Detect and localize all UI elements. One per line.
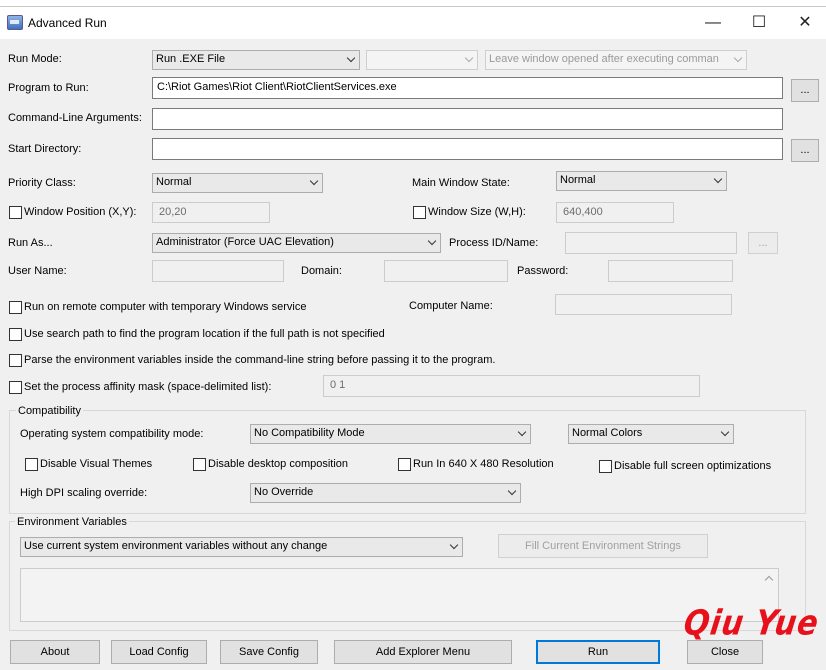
run-640-checkbox[interactable]	[398, 458, 411, 471]
window-position-checkbox[interactable]	[9, 206, 22, 219]
run-as-label: Run As...	[8, 237, 53, 249]
disable-composition-label: Disable desktop composition	[208, 458, 349, 470]
save-config-button[interactable]: Save Config	[220, 640, 318, 664]
computer-name-label: Computer Name:	[409, 300, 493, 312]
environment-text	[20, 568, 779, 622]
arguments-input[interactable]	[152, 108, 783, 130]
window-size-label: Window Size (W,H):	[428, 206, 526, 218]
run-mode-label: Run Mode:	[8, 53, 62, 65]
affinity-checkbox[interactable]	[9, 381, 22, 394]
run-mode-secondary-select	[366, 50, 478, 70]
main-window-state-label: Main Window State:	[412, 177, 510, 189]
app-icon	[7, 15, 23, 30]
os-compat-label: Operating system compatibility mode:	[20, 428, 204, 440]
process-id-label: Process ID/Name:	[449, 237, 539, 249]
chevron-down-icon	[464, 53, 474, 63]
os-compat-value: No Compatibility Mode	[254, 427, 365, 439]
window-option-select: Leave window opened after executing comm…	[485, 50, 747, 70]
affinity-label: Set the process affinity mask (space-del…	[24, 381, 272, 393]
color-mode-value: Normal Colors	[572, 427, 643, 439]
window-position-label: Window Position (X,Y):	[24, 206, 137, 218]
chevron-down-icon	[733, 53, 743, 63]
main-window-state-value: Normal	[560, 174, 596, 186]
affinity-input: 0 1	[323, 375, 700, 397]
priority-value: Normal	[156, 176, 192, 188]
domain-input	[384, 260, 508, 282]
process-id-browse-button: ...	[748, 232, 778, 254]
priority-label: Priority Class:	[8, 177, 76, 189]
search-path-checkbox[interactable]	[9, 328, 22, 341]
chevron-down-icon	[449, 540, 459, 550]
window-title: Advanced Run	[28, 16, 107, 30]
add-explorer-menu-button[interactable]: Add Explorer Menu	[334, 640, 512, 664]
parse-env-checkbox[interactable]	[9, 354, 22, 367]
chevron-down-icon	[346, 53, 356, 63]
color-mode-select[interactable]: Normal Colors	[568, 424, 734, 444]
watermark: Qiu Yue	[681, 603, 822, 644]
dpi-override-label: High DPI scaling override:	[20, 487, 148, 499]
chevron-down-icon	[713, 174, 723, 184]
environment-mode-value: Use current system environment variables…	[24, 540, 328, 552]
disable-fullscreen-checkbox[interactable]	[599, 460, 612, 473]
chevron-down-icon	[507, 486, 517, 496]
disable-themes-label: Disable Visual Themes	[40, 458, 153, 470]
run-mode-select[interactable]: Run .EXE File	[152, 50, 360, 70]
dpi-override-select[interactable]: No Override	[250, 483, 521, 503]
maximize-button[interactable]: ☐	[736, 7, 782, 39]
disable-themes-checkbox[interactable]	[25, 458, 38, 471]
fill-environment-button: Fill Current Environment Strings	[498, 534, 708, 558]
remote-computer-label: Run on remote computer with temporary Wi…	[24, 301, 307, 313]
disable-fullscreen-label: Disable full screen optimizations	[614, 460, 772, 472]
window-size-input: 640,400	[556, 202, 674, 223]
os-compat-select[interactable]: No Compatibility Mode	[250, 424, 531, 444]
start-directory-browse-button[interactable]: ...	[791, 139, 819, 162]
start-directory-label: Start Directory:	[8, 143, 82, 155]
priority-select[interactable]: Normal	[152, 173, 323, 193]
window-size-checkbox[interactable]	[413, 206, 426, 219]
run-as-value: Administrator (Force UAC Elevation)	[156, 236, 334, 248]
start-directory-input[interactable]	[152, 138, 783, 160]
user-name-label: User Name:	[8, 265, 67, 277]
load-config-button[interactable]: Load Config	[111, 640, 207, 664]
dpi-override-value: No Override	[254, 486, 314, 498]
password-label: Password:	[517, 265, 569, 277]
password-input	[608, 260, 733, 282]
environment-title: Environment Variables	[15, 516, 129, 528]
main-window-state-select[interactable]: Normal	[556, 171, 727, 191]
chevron-down-icon	[309, 176, 319, 186]
program-label: Program to Run:	[8, 82, 89, 94]
parse-env-label: Parse the environment variables inside t…	[24, 354, 496, 366]
domain-label: Domain:	[301, 265, 342, 277]
minimize-button[interactable]: —	[690, 7, 736, 39]
advanced-run-window: Advanced Run — ☐ ✕ Run Mode: Run .EXE Fi…	[0, 6, 826, 670]
window-position-input: 20,20	[152, 202, 270, 223]
title-bar: Advanced Run — ☐ ✕	[0, 7, 826, 39]
about-button[interactable]: About	[10, 640, 100, 664]
compatibility-title: Compatibility	[16, 405, 83, 417]
run-640-label: Run In 640 X 480 Resolution	[413, 458, 554, 470]
program-browse-button[interactable]: ...	[791, 79, 819, 102]
run-as-select[interactable]: Administrator (Force UAC Elevation)	[152, 233, 441, 253]
process-id-input	[565, 232, 737, 254]
chevron-down-icon	[720, 427, 730, 437]
run-mode-value: Run .EXE File	[156, 53, 226, 65]
search-path-label: Use search path to find the program loca…	[24, 328, 385, 340]
environment-mode-select[interactable]: Use current system environment variables…	[20, 537, 463, 557]
chevron-down-icon	[427, 236, 437, 246]
program-input[interactable]: C:\Riot Games\Riot Client\RiotClientServ…	[152, 77, 783, 99]
window-option-value: Leave window opened after executing comm…	[489, 53, 719, 65]
run-button[interactable]: Run	[536, 640, 660, 664]
arguments-label: Command-Line Arguments:	[8, 112, 142, 124]
close-window-button[interactable]: ✕	[782, 7, 826, 39]
chevron-down-icon	[517, 427, 527, 437]
disable-composition-checkbox[interactable]	[193, 458, 206, 471]
user-name-input	[152, 260, 284, 282]
computer-name-input	[555, 294, 732, 315]
remote-computer-checkbox[interactable]	[9, 301, 22, 314]
